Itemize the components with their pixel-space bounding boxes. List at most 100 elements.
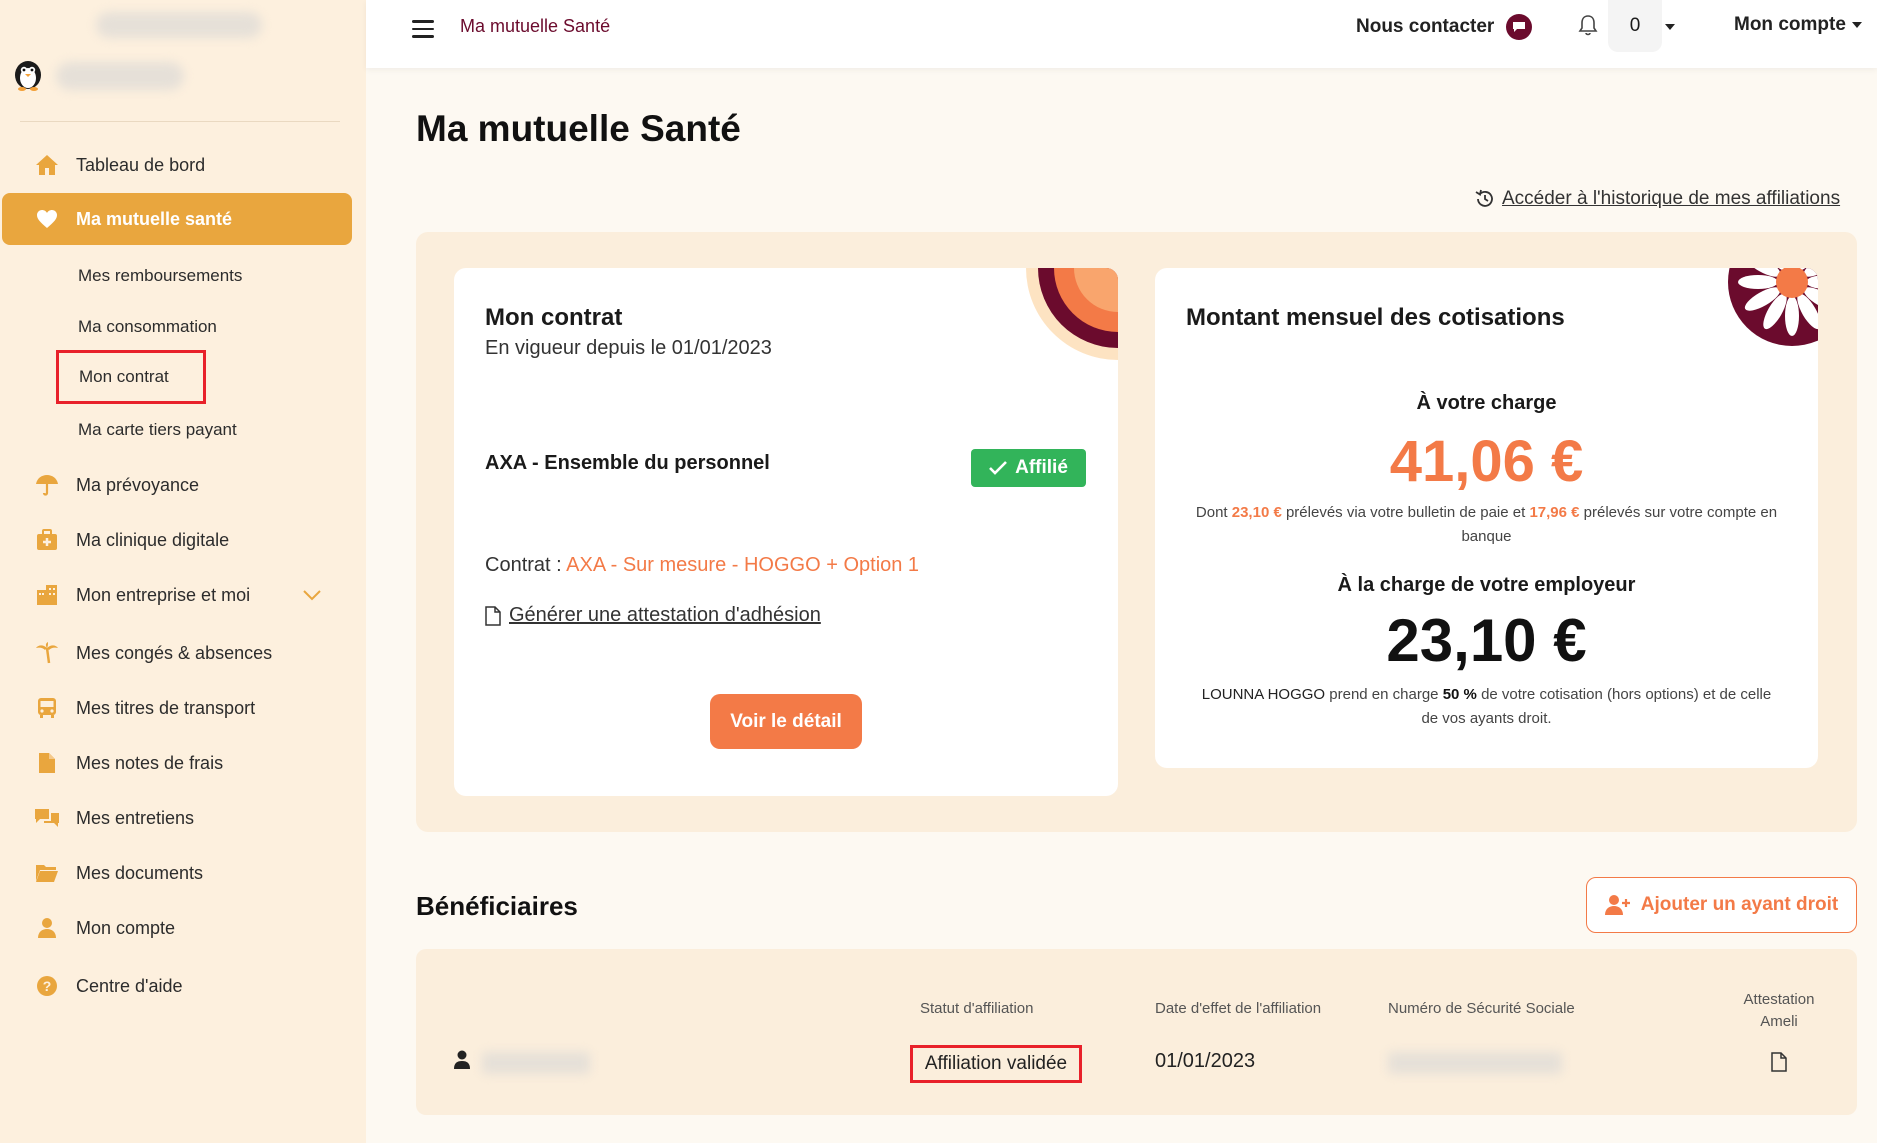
- chat-icon: [30, 807, 64, 829]
- document-icon: [485, 605, 501, 626]
- sidebar-item-compte[interactable]: Mon compte: [2, 902, 352, 954]
- help-icon: ?: [30, 975, 64, 997]
- sidebar-item-label: Mes notes de frais: [76, 752, 224, 773]
- column-header-ssn: Numéro de Sécurité Sociale: [1388, 1000, 1575, 1017]
- sidebar-item-label: Mes titres de transport: [76, 697, 256, 718]
- contract-label: Contrat :: [485, 554, 567, 576]
- sidebar-item-transport[interactable]: Mes titres de transport: [2, 682, 352, 734]
- hamburger-menu-icon[interactable]: [412, 20, 434, 40]
- user-icon: [454, 1050, 470, 1069]
- page-title: Ma mutuelle Santé: [416, 108, 741, 149]
- user-icon: [30, 917, 64, 939]
- contact-label: Nous contacter: [1356, 16, 1495, 37]
- cotisations-card: Montant mensuel des cotisations À votre …: [1155, 268, 1818, 768]
- document-icon[interactable]: [1771, 1052, 1787, 1072]
- account-label: Mon compte: [1734, 14, 1846, 35]
- employer-note: LOUNNA HOGGO prend en charge 50 % de vot…: [1155, 683, 1818, 731]
- penguin-logo-icon: [15, 61, 41, 91]
- sidebar-item-label: Mon entreprise et moi: [76, 584, 251, 605]
- notification-count[interactable]: 0: [1608, 0, 1662, 52]
- add-beneficiary-label: Ajouter un ayant droit: [1640, 894, 1839, 915]
- contract-since: En vigueur depuis le 01/01/2023: [485, 337, 772, 359]
- sidebar-item-label: Ma clinique digitale: [76, 529, 230, 550]
- message-icon: [1506, 14, 1533, 40]
- topbar: Ma mutuelle Santé Nous contacter 0 Mon c…: [366, 0, 1877, 68]
- sidebar-item-dashboard[interactable]: Tableau de bord: [2, 139, 352, 191]
- sidebar-item-label: Mes entretiens: [76, 807, 195, 828]
- folder-icon: [30, 863, 64, 883]
- decorative-flower-icon: [1728, 268, 1818, 346]
- chevron-down-icon: [1851, 22, 1862, 28]
- palm-tree-icon: [30, 642, 64, 664]
- bus-icon: [30, 697, 64, 719]
- sidebar-item-label: Tableau de bord: [76, 154, 206, 175]
- sidebar-item-label: Mon compte: [76, 917, 176, 938]
- employer-name: LOUNNA HOGGO: [1201, 686, 1326, 703]
- employer-charge-label: À la charge de votre employeur: [1337, 574, 1636, 596]
- sidebar-item-label: Centre d'aide: [76, 975, 183, 996]
- sidebar: Tableau de bord Ma mutuelle santé Mes re…: [0, 0, 366, 1143]
- column-header-status: Statut d'affiliation: [920, 1000, 1034, 1017]
- sidebar-item-label: Mes documents: [76, 862, 204, 883]
- company-logo-blurred: [96, 12, 262, 38]
- your-charge-amount: 41,06 €: [1389, 429, 1584, 494]
- chevron-down-icon[interactable]: [302, 585, 322, 606]
- sidebar-item-entreprise[interactable]: Mon entreprise et moi: [2, 569, 352, 621]
- beneficiaires-table: [416, 949, 1857, 1115]
- home-icon: [30, 154, 64, 176]
- your-charge-label: À votre charge: [1416, 392, 1557, 414]
- effective-date: 01/01/2023: [1155, 1050, 1256, 1072]
- check-icon: [989, 461, 1008, 475]
- history-icon: [1475, 189, 1493, 207]
- heart-icon: [30, 209, 64, 229]
- history-link[interactable]: Accéder à l'historique de mes affiliatio…: [1474, 188, 1840, 210]
- add-beneficiary-button[interactable]: Ajouter un ayant droit: [1586, 877, 1857, 933]
- sub-item-remboursements[interactable]: Mes remboursements: [78, 261, 242, 291]
- sidebar-item-prevoyance[interactable]: Ma prévoyance: [2, 459, 352, 511]
- generate-attestation-link[interactable]: Générer une attestation d'adhésion: [485, 604, 821, 627]
- user-name-blurred: [56, 62, 184, 90]
- charge-note: Dont 23,10 € prélevés via votre bulletin…: [1155, 501, 1818, 549]
- history-link-text: Accéder à l'historique de mes affiliatio…: [1502, 188, 1841, 209]
- bell-icon[interactable]: [1578, 14, 1598, 41]
- generate-attestation-text: Générer une attestation d'adhésion: [509, 604, 821, 626]
- contact-button[interactable]: Nous contacter: [1356, 14, 1533, 40]
- affiliation-status: Affiliation validée: [910, 1045, 1082, 1083]
- sub-item-mon-contrat[interactable]: Mon contrat: [56, 350, 206, 404]
- see-detail-button[interactable]: Voir le détail: [710, 694, 862, 749]
- affiliation-name: AXA - Ensemble du personnel: [485, 452, 770, 474]
- chevron-down-icon[interactable]: [1665, 24, 1675, 30]
- sidebar-item-clinique[interactable]: Ma clinique digitale: [2, 514, 352, 566]
- employer-share: 50 %: [1442, 686, 1477, 703]
- status-badge: Affilié: [971, 449, 1086, 487]
- file-icon: [30, 752, 64, 774]
- sidebar-item-label: Mes congés & absences: [76, 642, 273, 663]
- contract-card: Mon contrat En vigueur depuis le 01/01/2…: [454, 268, 1118, 796]
- sidebar-item-documents[interactable]: Mes documents: [2, 847, 352, 899]
- building-icon: [30, 584, 64, 606]
- account-menu[interactable]: Mon compte: [1734, 14, 1862, 36]
- sidebar-divider: [20, 121, 340, 122]
- sidebar-item-entretiens[interactable]: Mes entretiens: [2, 792, 352, 844]
- contract-value: AXA - Sur mesure - HOGGO + Option 1: [566, 554, 920, 576]
- note-text: Dont: [1195, 504, 1232, 521]
- note-text: prélevés via votre bulletin de paie et: [1281, 504, 1530, 521]
- sidebar-item-notes-de-frais[interactable]: Mes notes de frais: [2, 737, 352, 789]
- sub-item-carte-tiers-payant[interactable]: Ma carte tiers payant: [78, 415, 237, 445]
- beneficiary-name-blurred: [482, 1052, 590, 1074]
- column-header-ameli: Attestation Ameli: [1743, 991, 1815, 1030]
- sidebar-item-conges[interactable]: Mes congés & absences: [2, 627, 352, 679]
- sidebar-item-mutuelle[interactable]: Ma mutuelle santé: [2, 193, 352, 245]
- sub-item-consommation[interactable]: Ma consommation: [78, 312, 217, 342]
- cotisations-heading: Montant mensuel des cotisations: [1186, 304, 1565, 331]
- sidebar-item-label: Ma prévoyance: [76, 474, 200, 495]
- sidebar-item-aide[interactable]: ? Centre d'aide: [2, 960, 352, 1012]
- decorative-sun-icon: [1026, 268, 1118, 360]
- beneficiaires-title: Bénéficiaires: [416, 891, 578, 921]
- contract-heading: Mon contrat: [485, 304, 623, 331]
- ssn-blurred: [1388, 1052, 1562, 1074]
- note-text: prend en charge: [1325, 686, 1443, 703]
- employer-charge-amount: 23,10 €: [1386, 607, 1587, 674]
- umbrella-icon: [30, 474, 64, 496]
- topbar-title: Ma mutuelle Santé: [460, 16, 611, 36]
